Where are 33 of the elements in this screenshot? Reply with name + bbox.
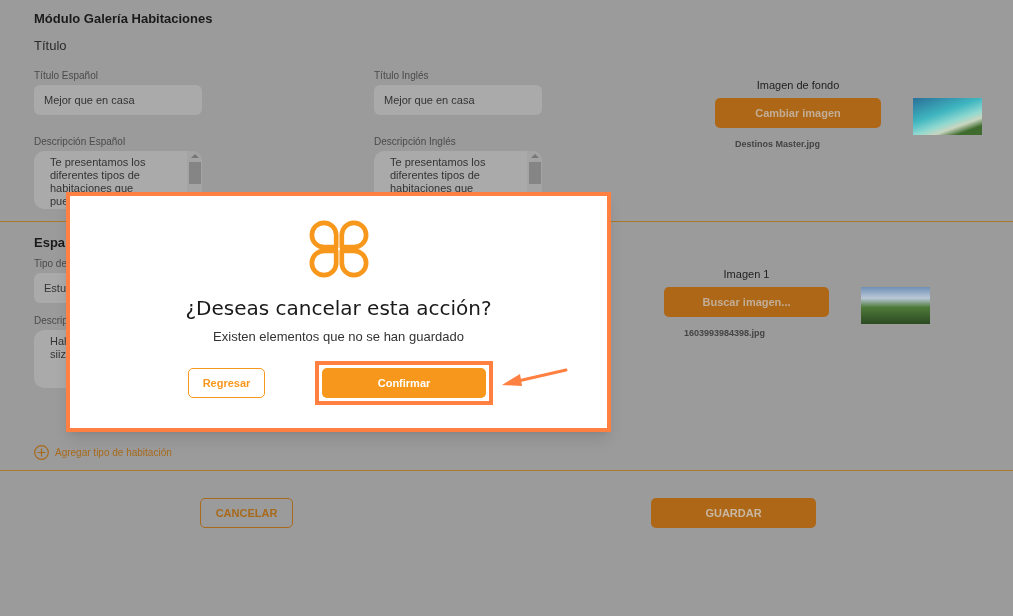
- add-icon[interactable]: [34, 445, 49, 460]
- image-label: Imagen 1: [723, 267, 770, 281]
- image-button[interactable]: Buscar imagen...: [664, 287, 829, 317]
- field-label: Título Inglés: [374, 70, 430, 82]
- field-label: Título Español: [34, 70, 99, 82]
- field-label: Tipo de: [34, 258, 68, 270]
- cancel-button[interactable]: CANCELAR: [200, 498, 293, 528]
- field-label: Descripción Español: [34, 136, 127, 148]
- save-button[interactable]: GUARDAR: [651, 498, 816, 528]
- add-room-type-link[interactable]: Agregar tipo de habitación: [55, 445, 172, 460]
- file-name: Destinos Master.jpg: [735, 138, 821, 151]
- text-input[interactable]: Mejor que en casa: [374, 85, 542, 115]
- text-input[interactable]: Mejor que en casa: [34, 85, 202, 115]
- back-button[interactable]: Regresar: [188, 368, 265, 398]
- section-title: Espa: [34, 234, 67, 252]
- photo-placeholder: [861, 287, 930, 324]
- scrollbar-thumb[interactable]: [188, 162, 201, 184]
- file-name: 1603993984398.jpg: [684, 327, 766, 340]
- section-title: Título: [34, 38, 68, 54]
- clover-logo-icon: [308, 220, 369, 278]
- image-label: Imagen de fondo: [756, 78, 840, 92]
- scrollbar-thumb[interactable]: [528, 162, 541, 184]
- confirm-button[interactable]: Confirmar: [322, 368, 486, 398]
- image-button[interactable]: Cambiar imagen: [715, 98, 881, 128]
- scroll-up-icon[interactable]: [530, 154, 539, 158]
- dialog-message: Existen elementos que no se han guardado: [213, 329, 464, 345]
- annotation-arrow: [500, 366, 568, 388]
- dialog-title: ¿Deseas cancelar esta acción?: [185, 296, 492, 320]
- scroll-up-icon[interactable]: [190, 154, 199, 158]
- photo-placeholder: [913, 98, 982, 135]
- field-label: Descripción Inglés: [374, 136, 457, 148]
- module-title: Módulo Galería Habitaciones: [34, 10, 214, 28]
- text-area-content: Te presentamos los diferentes tipos de habitaciones que: [389, 155, 487, 196]
